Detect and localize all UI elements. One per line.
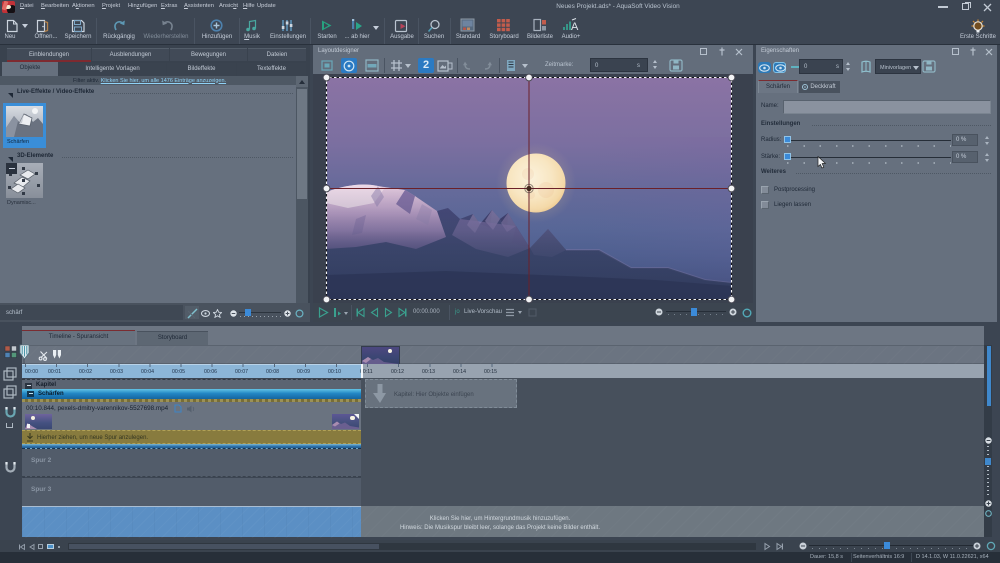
- svg-text:A: A: [571, 21, 579, 32]
